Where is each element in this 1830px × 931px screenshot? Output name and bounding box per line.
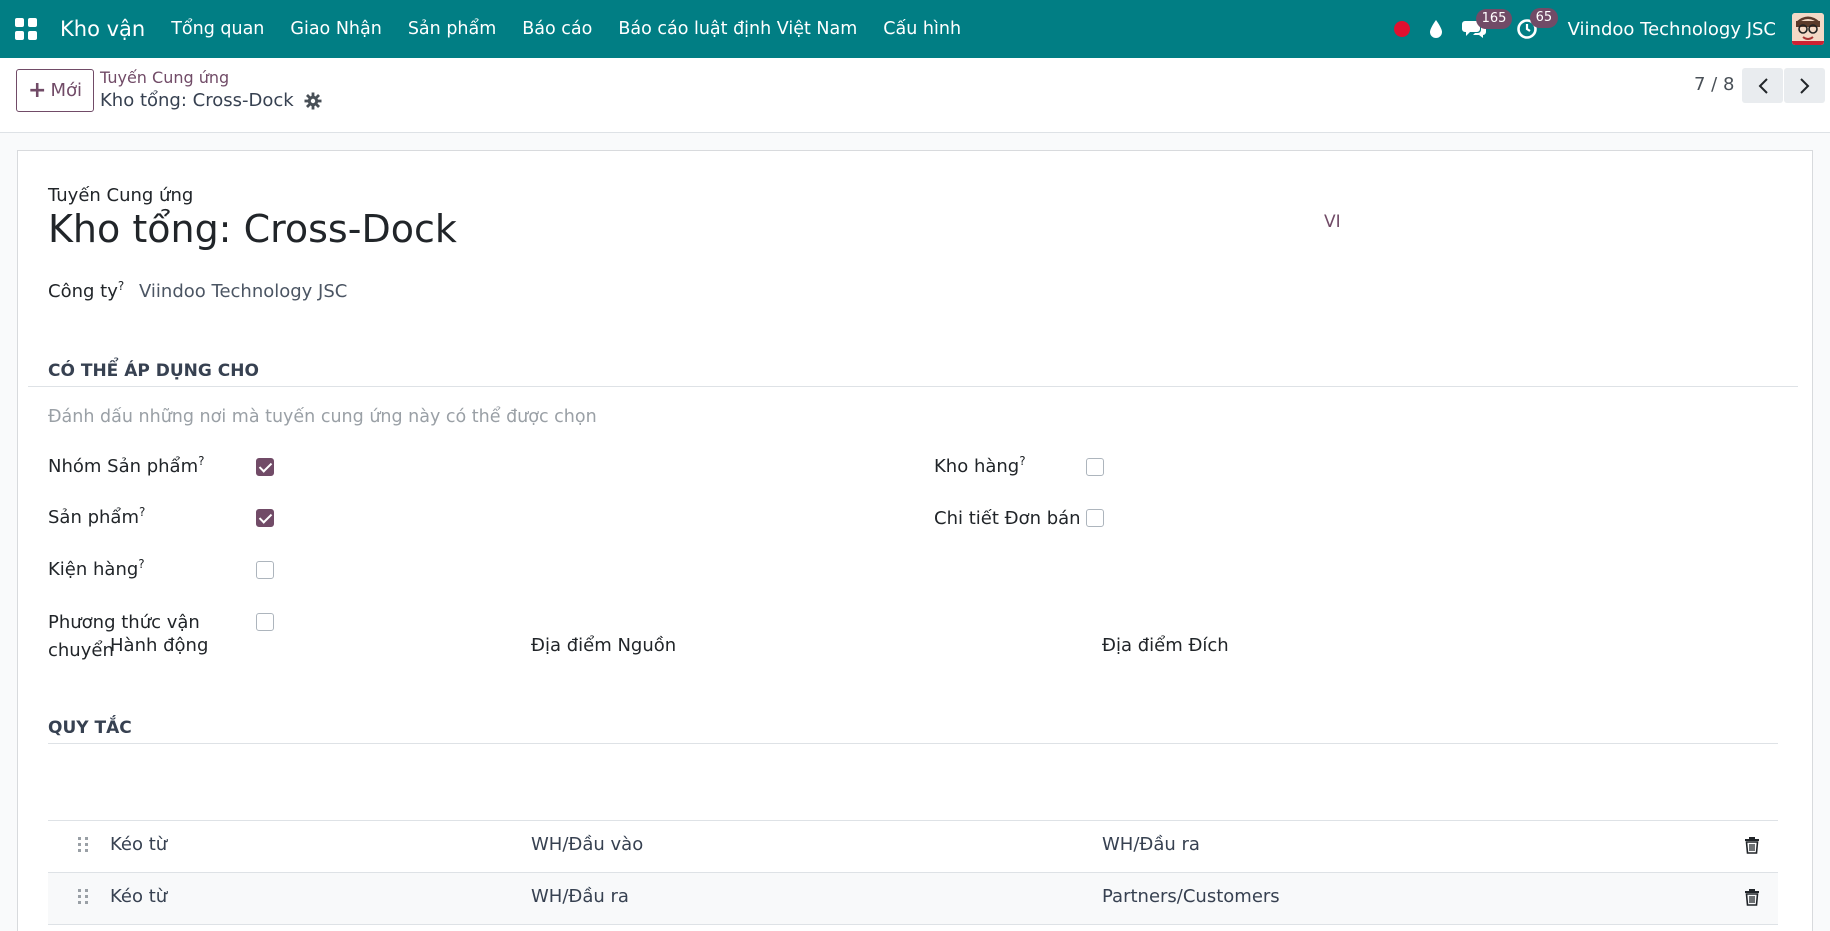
rule-destination[interactable]: WH/Đầu ra xyxy=(1102,834,1200,855)
top-navbar: Kho vận Tổng quan Giao Nhận Sản phẩm Báo… xyxy=(0,0,1830,58)
pager-value[interactable]: 7 / 8 xyxy=(1694,74,1734,95)
breadcrumb-current-label: Kho tổng: Cross-Dock xyxy=(100,90,294,111)
rule-action[interactable]: Kéo từ xyxy=(110,886,167,907)
breadcrumb-parent[interactable]: Tuyến Cung ứng xyxy=(100,68,229,87)
rules-section-title: QUY TẮC xyxy=(48,718,132,738)
messages-count-badge: 165 xyxy=(1475,9,1513,29)
table-row[interactable] xyxy=(48,821,1778,872)
rule-source[interactable]: WH/Đầu ra xyxy=(531,886,629,907)
column-header-destination[interactable]: Địa điểm Đích xyxy=(1102,635,1229,656)
company-switcher[interactable]: Viindoo Technology JSC xyxy=(1568,19,1776,40)
table-row[interactable] xyxy=(48,873,1778,924)
company-label: Công ty? xyxy=(48,279,125,302)
app-brand[interactable]: Kho vận xyxy=(60,17,145,41)
menu-item-configuration[interactable]: Cấu hình xyxy=(883,19,961,39)
route-name-field[interactable]: Kho tổng: Cross-Dock xyxy=(48,207,457,251)
packaging-checkbox[interactable] xyxy=(256,561,274,579)
drag-handle-icon[interactable] xyxy=(78,889,88,904)
packaging-label: Kiện hàng? xyxy=(48,557,145,580)
warehouse-label: Kho hàng? xyxy=(934,454,1026,477)
rules-divider xyxy=(48,743,1778,744)
systray: 165 65 Viindoo Technology JSC xyxy=(1393,0,1830,58)
pager-next-button[interactable] xyxy=(1784,68,1825,103)
record-label: Tuyến Cung ứng xyxy=(48,185,194,206)
pager-previous-button[interactable] xyxy=(1742,68,1783,103)
menu-item-operations[interactable]: Giao Nhận xyxy=(290,19,381,39)
rule-source[interactable]: WH/Đầu vào xyxy=(531,834,643,855)
row-divider xyxy=(48,924,1778,925)
shipping-method-checkbox[interactable] xyxy=(256,613,274,631)
product-category-checkbox[interactable] xyxy=(256,458,274,476)
chevron-left-icon xyxy=(1758,77,1768,94)
main-menu: Tổng quan Giao Nhận Sản phẩm Báo cáo Báo… xyxy=(171,19,987,39)
form-sheet: Tuyến Cung ứng Kho tổng: Cross-Dock VI C… xyxy=(17,150,1813,931)
section-divider xyxy=(28,386,1798,387)
applicable-hint: Đánh dấu những nơi mà tuyến cung ứng này… xyxy=(48,407,597,427)
trash-icon[interactable] xyxy=(1744,836,1760,854)
new-button-label: Mới xyxy=(50,80,82,101)
product-category-label: Nhóm Sản phẩm? xyxy=(48,454,205,477)
user-avatar[interactable] xyxy=(1792,13,1824,45)
drop-icon[interactable] xyxy=(1428,19,1444,39)
breadcrumb-current: Kho tổng: Cross-Dock xyxy=(100,90,322,111)
recording-dot-icon[interactable] xyxy=(1393,21,1410,37)
applicable-section-title: CÓ THỂ ÁP DỤNG CHO xyxy=(48,361,259,381)
rule-destination[interactable]: Partners/Customers xyxy=(1102,886,1280,907)
drag-handle-icon[interactable] xyxy=(78,837,88,852)
chevron-right-icon xyxy=(1799,77,1809,94)
column-header-source[interactable]: Địa điểm Nguồn xyxy=(531,635,676,656)
company-field[interactable]: Viindoo Technology JSC xyxy=(139,281,347,302)
plus-icon: + xyxy=(28,78,47,103)
sale-line-label: Chi tiết Đơn bán xyxy=(934,508,1081,529)
control-panel: + Mới Tuyến Cung ứng Kho tổng: Cross-Dock… xyxy=(0,58,1830,133)
sale-line-checkbox[interactable] xyxy=(1086,509,1104,527)
rule-action[interactable]: Kéo từ xyxy=(110,834,167,855)
apps-menu-icon[interactable] xyxy=(15,18,37,40)
warehouse-checkbox[interactable] xyxy=(1086,458,1104,476)
menu-item-overview[interactable]: Tổng quan xyxy=(171,19,264,39)
menu-item-products[interactable]: Sản phẩm xyxy=(408,19,496,39)
translate-button[interactable]: VI xyxy=(1324,212,1341,232)
messages-icon[interactable]: 165 xyxy=(1461,9,1513,39)
activities-count-badge: 65 xyxy=(1529,8,1559,28)
trash-icon[interactable] xyxy=(1744,888,1760,906)
product-label: Sản phẩm? xyxy=(48,505,146,528)
menu-item-vn-reports[interactable]: Báo cáo luật định Việt Nam xyxy=(618,19,857,39)
gear-icon[interactable] xyxy=(304,92,322,110)
activities-icon[interactable]: 65 xyxy=(1516,8,1559,40)
product-checkbox[interactable] xyxy=(256,509,274,527)
menu-item-reporting[interactable]: Báo cáo xyxy=(522,19,592,39)
new-button[interactable]: + Mới xyxy=(16,69,94,112)
column-header-action[interactable]: Hành động xyxy=(110,635,208,656)
